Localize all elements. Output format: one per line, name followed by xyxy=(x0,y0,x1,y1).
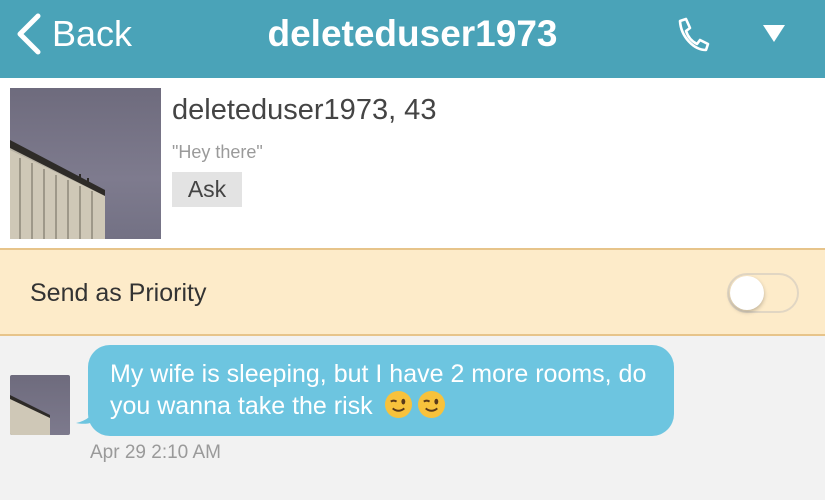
winking-face-icon xyxy=(417,390,445,419)
priority-toggle[interactable] xyxy=(727,273,799,313)
back-button[interactable]: Back xyxy=(14,12,132,56)
profile-card: deleteduser1973, 43 "Hey there" Ask xyxy=(0,78,825,250)
priority-label: Send as Priority xyxy=(30,279,207,307)
winking-face-icon xyxy=(384,390,412,419)
ask-button[interactable]: Ask xyxy=(172,172,242,207)
profile-photo[interactable] xyxy=(10,88,161,239)
profile-name-age: deleteduser1973, 43 xyxy=(172,94,437,126)
triangle-down-icon xyxy=(763,25,785,42)
sender-avatar[interactable] xyxy=(10,375,70,435)
profile-status: "Hey there" xyxy=(172,142,263,162)
chevron-left-icon xyxy=(17,13,41,55)
phone-icon xyxy=(678,17,710,52)
priority-row: Send as Priority xyxy=(0,250,825,336)
options-menu-button[interactable] xyxy=(760,22,788,46)
call-button[interactable] xyxy=(672,15,712,55)
message-text: My wife is sleeping, but I have 2 more r… xyxy=(110,360,647,420)
top-navigation-bar: Back deleteduser1973 xyxy=(0,0,825,78)
message-timestamp: Apr 29 2:10 AM xyxy=(90,442,221,463)
toggle-knob xyxy=(730,276,764,310)
back-label: Back xyxy=(52,13,133,54)
message-bubble[interactable]: My wife is sleeping, but I have 2 more r… xyxy=(88,345,674,436)
